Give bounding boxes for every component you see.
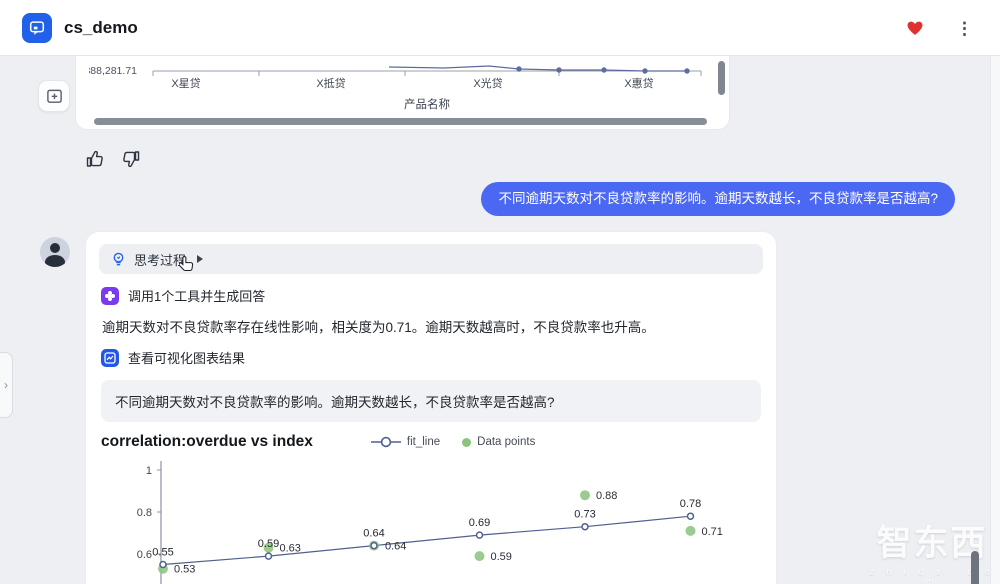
chart-title: correlation:overdue vs index [101,433,313,451]
page-title: cs_demo [64,0,138,56]
right-edge-strip [990,56,1000,584]
legend-label: fit_line [407,436,440,448]
watermark: 智东西 z h i d x . c o m [862,515,1000,584]
svg-text:0.73: 0.73 [574,509,595,521]
hand-cursor-icon [179,256,194,272]
top-bar: cs_demo ⋮ [0,0,1000,56]
svg-text:0.59: 0.59 [491,551,512,563]
svg-text:0.59: 0.59 [258,538,279,550]
svg-text:0.53: 0.53 [174,564,195,576]
tool-spark-icon [101,287,119,305]
view-chart-row[interactable]: 查看可视化图表结果 [101,348,761,367]
horizontal-scrollbar[interactable] [94,118,707,125]
svg-text:X光贷: X光贷 [473,76,502,90]
app-window: cs_demo ⋮ 4,888,281.71 X星贷 X抵贷 X光贷 X惠贷产品名称 [0,0,1000,584]
expand-chart-button[interactable] [38,80,70,112]
tool-call-row: 调用1个工具并生成回答 [101,286,761,305]
user-message-bubble: 不同逾期天数对不良贷款率的影响。逾期天数越长，不良贷款率是否越高? [481,182,955,216]
chevron-right-icon: › [4,378,8,392]
thumbs-up-button[interactable] [84,149,105,170]
product-line-chart: 4,888,281.71 X星贷 X抵贷 X光贷 X惠贷产品名称 [89,62,719,114]
assistant-answer-text: 逾期天数对不良贷款率存在线性影响，相关度为0.71。逾期天数越高时，不良贷款率也… [102,316,760,336]
lightbulb-icon [111,252,126,267]
feedback-row [84,149,141,170]
legend-item-fit-line: fit_line [371,436,440,448]
thumbs-down-icon [121,149,141,169]
legend-label: Data points [477,436,535,448]
svg-text:0.6: 0.6 [137,549,152,561]
chart-header: correlation:overdue vs index fit_line Da… [101,433,761,451]
fit-line-marker-icon [371,436,401,448]
svg-text:0.71: 0.71 [702,526,723,538]
expand-icon [46,88,63,105]
chat-bubble-icon [28,19,46,37]
svg-text:1: 1 [146,465,152,477]
svg-text:0.8: 0.8 [137,507,152,519]
legend-item-data-points: Data points [462,436,535,448]
svg-text:4,888,281.71: 4,888,281.71 [89,65,137,77]
svg-text:0.69: 0.69 [469,517,490,529]
thinking-process-toggle[interactable]: 思考过程 [99,244,763,274]
question-echo-box: 不同逾期天数对不良贷款率的影响。逾期天数越长，不良贷款率是否越高? [101,380,761,422]
thumbs-down-button[interactable] [120,149,141,170]
assistant-avatar [40,237,70,267]
assistant-answer-card: 思考过程 调用1个工具并生成回答 逾期天数对不良贷款率存在线性影响，相关度为0.… [85,231,777,584]
heart-icon [906,20,924,36]
chart-legend: fit_line Data points [371,436,535,448]
svg-text:0.78: 0.78 [680,498,701,510]
svg-text:0.63: 0.63 [280,543,301,555]
svg-text:X抵贷: X抵贷 [316,76,345,90]
sidebar-expand-toggle[interactable]: › [0,352,13,418]
thumbs-up-icon [85,149,105,169]
more-menu-button[interactable]: ⋮ [950,16,970,40]
previous-chart-card: 4,888,281.71 X星贷 X抵贷 X光贷 X惠贷产品名称 [75,56,730,130]
chart-result-icon [101,349,119,367]
tool-call-label: 调用1个工具并生成回答 [128,286,265,305]
svg-text:产品名称: 产品名称 [404,97,450,111]
page-vertical-scrollbar[interactable] [971,551,979,584]
watermark-subtext: z h i d x . c o m [862,567,1000,584]
svg-text:X星贷: X星贷 [171,76,200,90]
svg-text:0.64: 0.64 [363,528,384,540]
data-point-marker-icon [462,438,471,447]
svg-text:0.55: 0.55 [152,547,173,559]
correlation-scatter-chart: 10.80.60.40.530.630.640.590.880.710.550.… [99,453,759,584]
svg-text:0.64: 0.64 [385,541,406,553]
view-chart-label: 查看可视化图表结果 [128,348,245,367]
svg-text:X惠贷: X惠贷 [624,76,653,90]
watermark-text: 智东西 [862,515,1000,566]
favorite-button[interactable] [906,20,924,36]
card-vertical-scrollbar[interactable] [718,61,725,95]
app-logo [22,13,52,43]
collapse-arrow-icon [197,255,203,263]
svg-text:0.88: 0.88 [596,490,617,502]
